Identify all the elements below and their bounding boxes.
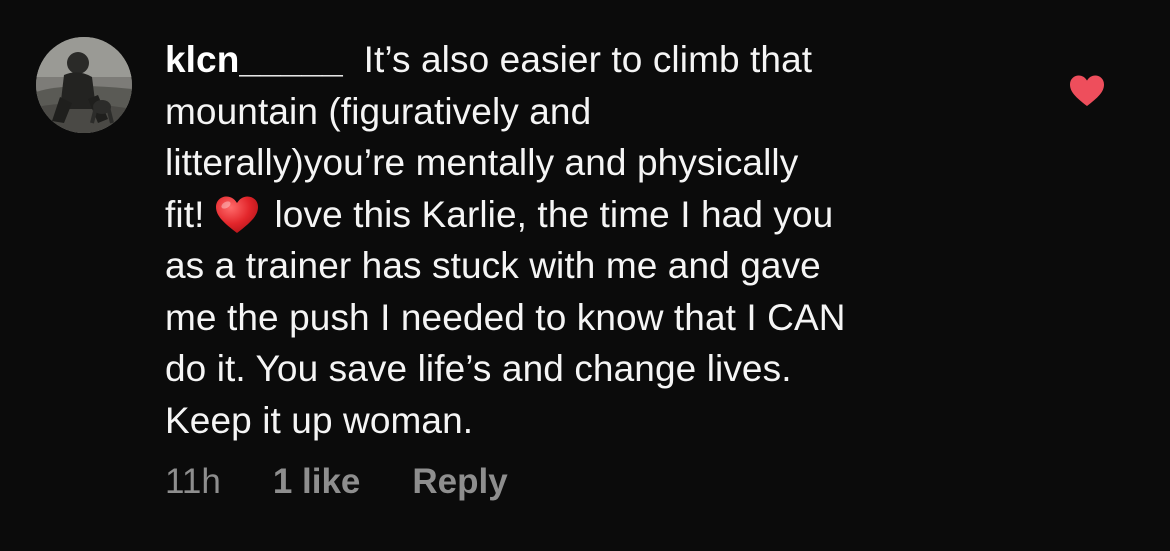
comment-line: me the push I needed to know that I CAN [165, 296, 846, 338]
comment-body: klcn_____ It’s also easier to climb that… [165, 34, 1025, 446]
comment-meta: 11h 1 like Reply [165, 462, 508, 502]
comment-line: fit! [165, 193, 205, 235]
avatar[interactable] [36, 37, 132, 133]
heart-icon [1070, 75, 1104, 106]
comment: klcn_____ It’s also easier to climb that… [0, 0, 1170, 551]
comment-line: love this Karlie, the time I had you [274, 193, 834, 235]
comment-text: klcn_____ It’s also easier to climb that… [165, 34, 1025, 446]
username[interactable]: klcn_____ [165, 39, 343, 80]
reply-button[interactable]: Reply [412, 462, 507, 502]
comment-line: do it. You save life’s and change lives. [165, 348, 792, 389]
like-button[interactable] [1068, 74, 1106, 108]
likes-count[interactable]: 1 like [273, 462, 361, 502]
comment-line: mountain (figuratively and [165, 90, 592, 132]
comment-line: as a trainer has stuck with me and gave [165, 245, 821, 286]
avatar-image [36, 37, 132, 133]
comment-line: litterally)you’re mentally and physicall… [165, 142, 799, 183]
comment-line: It’s also easier to climb that [363, 39, 813, 80]
red-heart-emoji-icon [216, 196, 259, 233]
timestamp: 11h [165, 462, 221, 501]
comment-line: Keep it up woman. [165, 399, 474, 441]
